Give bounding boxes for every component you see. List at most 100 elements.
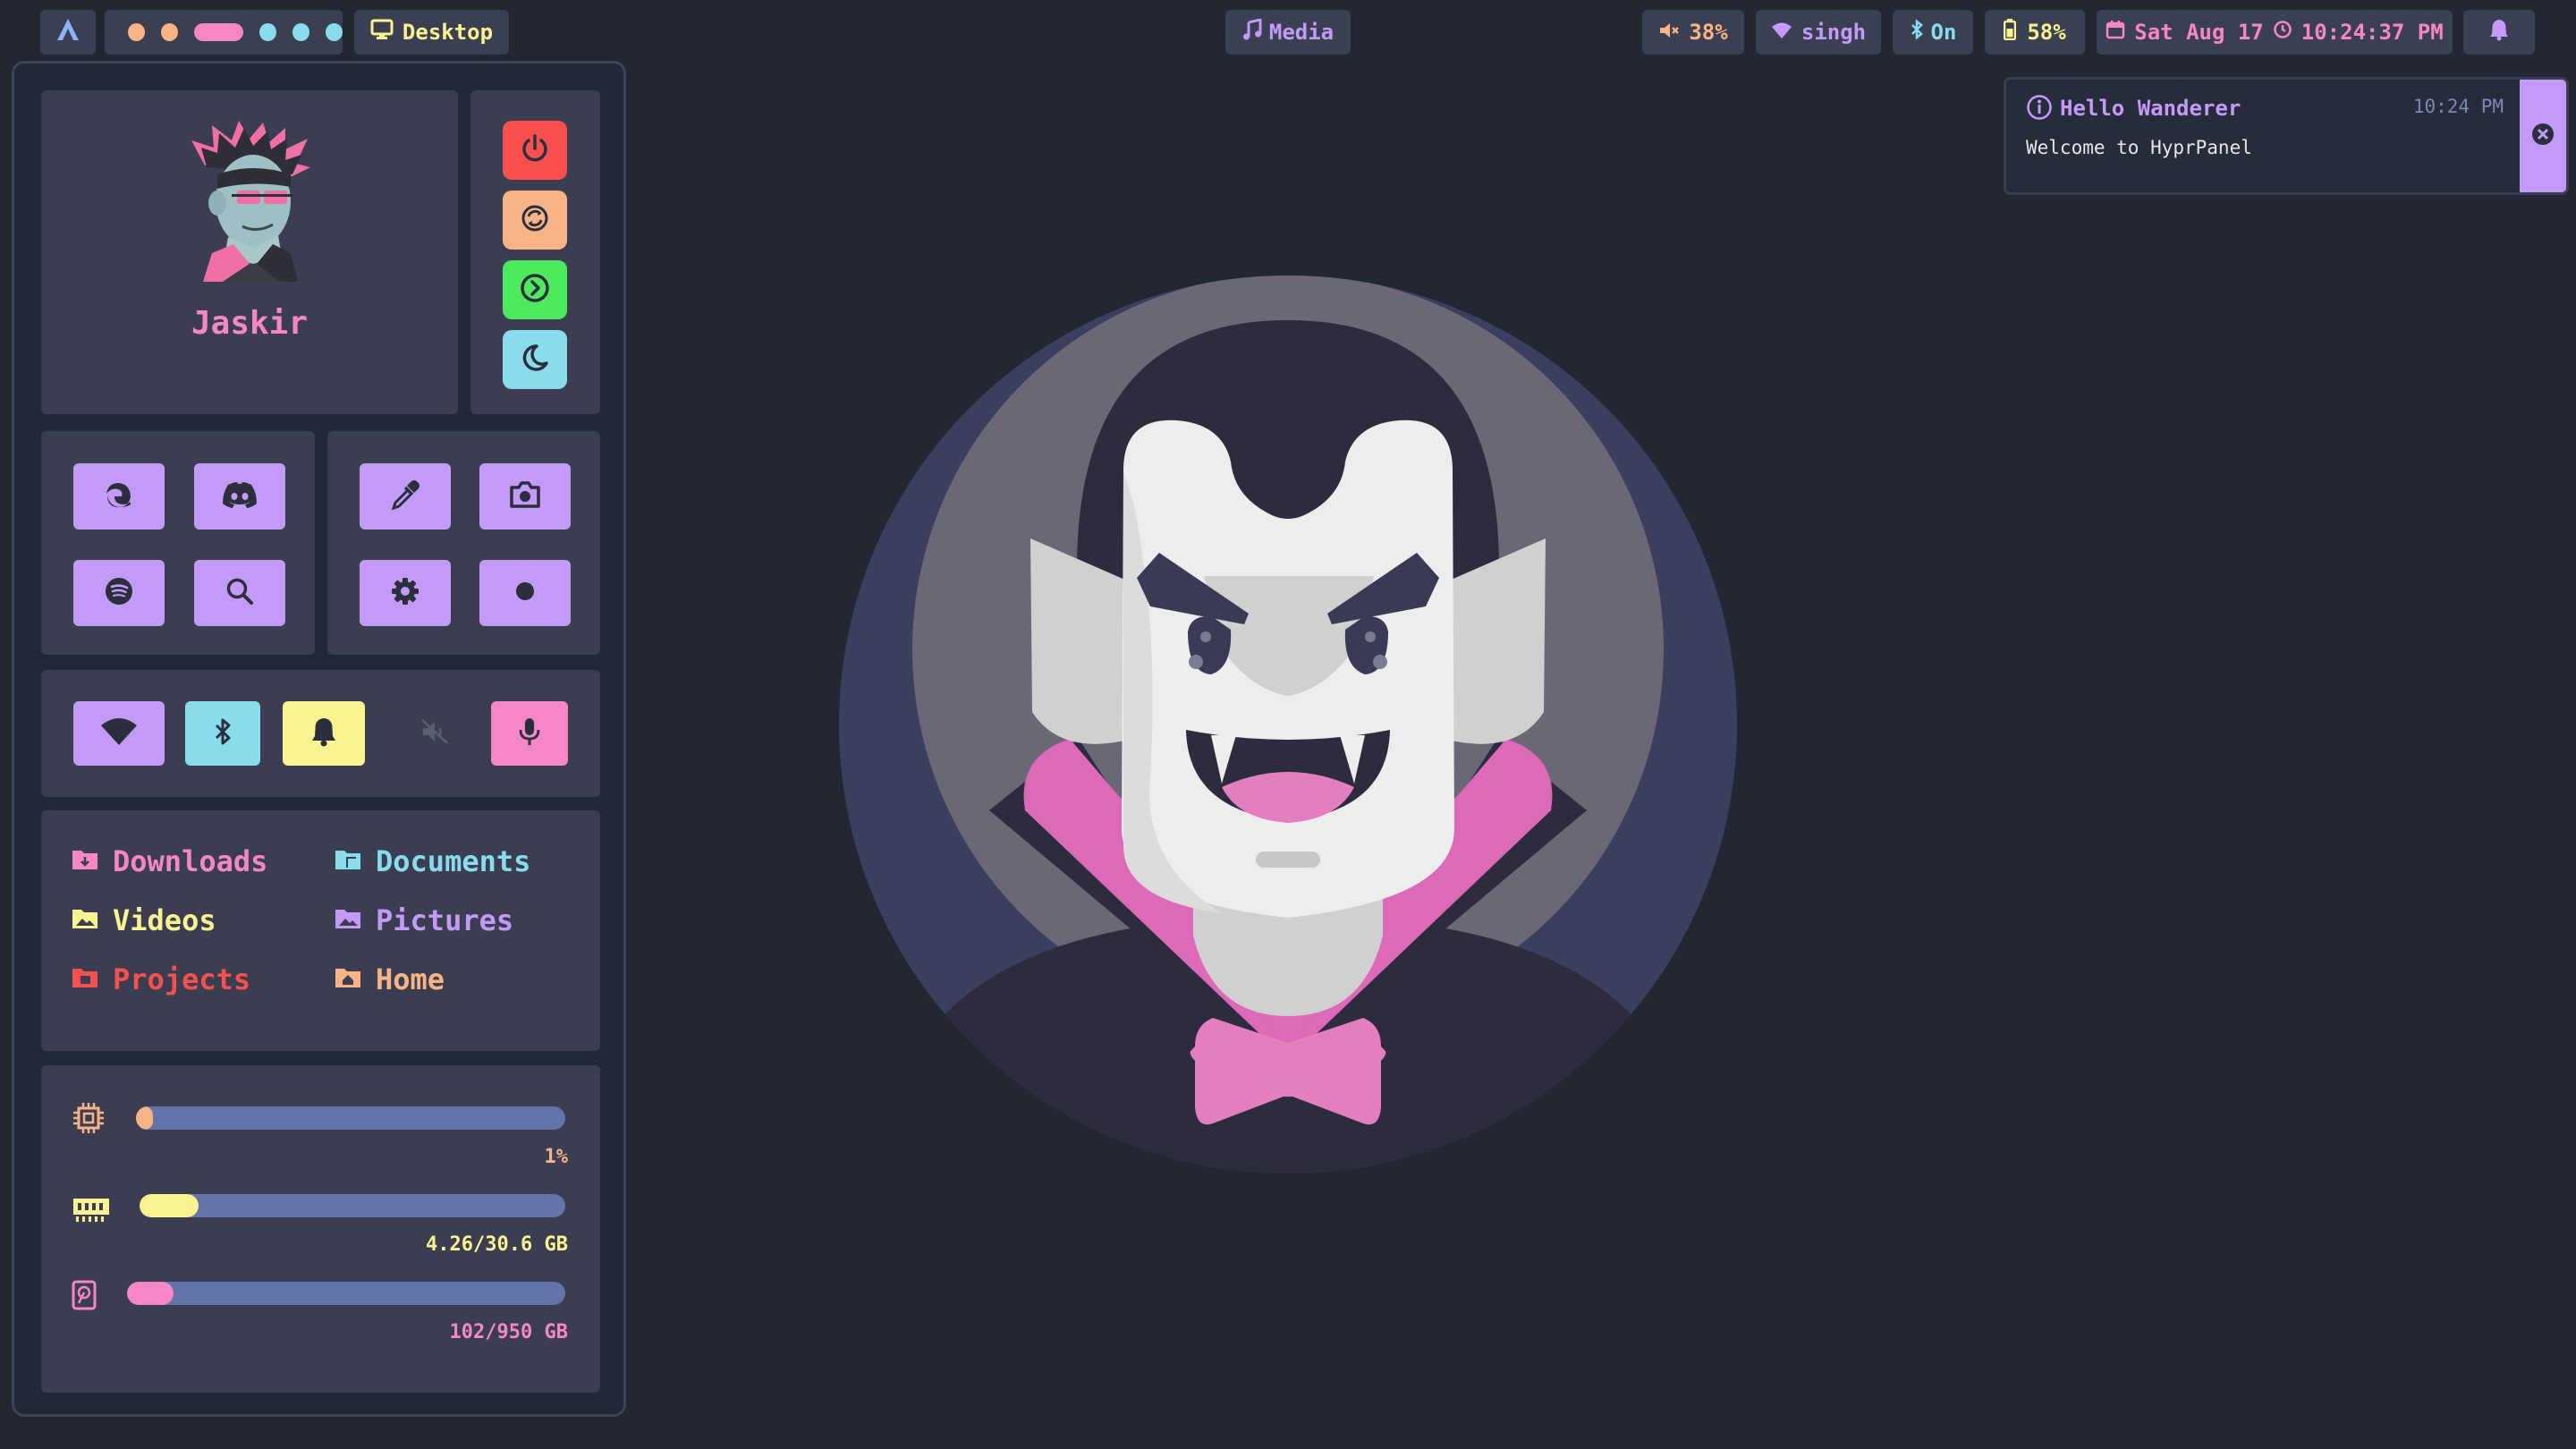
directory-projects[interactable]: Projects bbox=[72, 962, 250, 996]
workspace-dot[interactable] bbox=[128, 23, 145, 41]
workspace-active[interactable] bbox=[193, 23, 244, 41]
logout-icon bbox=[519, 272, 551, 308]
notification-card[interactable]: Hello Wanderer 10:24 PM Welcome to HyprP… bbox=[2004, 77, 2569, 195]
arch-logo-icon bbox=[56, 18, 80, 47]
cpu-usage-label: 1% bbox=[544, 1146, 569, 1168]
shortcuts-left-card bbox=[41, 431, 315, 655]
disk-usage-fill bbox=[127, 1282, 174, 1305]
directory-videos[interactable]: Videos bbox=[72, 903, 216, 937]
workspace-dot[interactable] bbox=[326, 23, 343, 41]
profile-card: Jaskir bbox=[41, 90, 458, 414]
directory-label: Videos bbox=[113, 903, 216, 937]
moon-icon bbox=[519, 342, 551, 377]
spotify-icon bbox=[104, 576, 134, 610]
cpu-usage-bar bbox=[136, 1106, 565, 1130]
reboot-button[interactable] bbox=[503, 191, 567, 250]
music-note-icon bbox=[1242, 18, 1262, 46]
workspace-dot[interactable] bbox=[160, 23, 178, 41]
dashboard-panel: Jaskir Downloads Documents Videos Pictur… bbox=[12, 61, 626, 1417]
battery-button[interactable]: 58% bbox=[1985, 10, 2085, 55]
power-card bbox=[470, 90, 600, 414]
logout-button[interactable] bbox=[503, 260, 567, 319]
bluetooth-status: On bbox=[1930, 20, 1957, 45]
directory-downloads[interactable]: Downloads bbox=[72, 844, 267, 878]
close-icon bbox=[2530, 122, 2555, 150]
spotify-shortcut-button[interactable] bbox=[73, 560, 165, 626]
record-button[interactable] bbox=[479, 560, 571, 626]
memory-icon bbox=[72, 1193, 111, 1227]
workspace-dot[interactable] bbox=[292, 23, 309, 41]
directory-label: Pictures bbox=[376, 903, 514, 937]
monitor-icon bbox=[370, 19, 394, 46]
calendar-icon bbox=[2106, 20, 2125, 45]
shutdown-button[interactable] bbox=[503, 121, 567, 180]
notification-body: Welcome to HyprPanel bbox=[2026, 137, 2252, 158]
volume-button[interactable]: 38% bbox=[1642, 10, 1744, 55]
profile-username: Jaskir bbox=[191, 305, 309, 342]
notifications-button[interactable] bbox=[2463, 10, 2535, 55]
clock-icon bbox=[2273, 20, 2292, 45]
microphone-toggle[interactable] bbox=[491, 701, 568, 766]
system-stats-card: 1% 4.26/30.6 GB 102/950 GB bbox=[41, 1065, 600, 1393]
directory-documents[interactable]: Documents bbox=[335, 844, 530, 878]
folder-download-icon bbox=[72, 844, 98, 878]
bluetooth-icon bbox=[213, 717, 233, 750]
speaker-toggle[interactable] bbox=[394, 701, 476, 766]
cpu-usage-fill bbox=[136, 1106, 154, 1130]
workspace-dot[interactable] bbox=[259, 23, 277, 41]
settings-button[interactable] bbox=[360, 560, 451, 626]
folder-home-icon bbox=[335, 962, 361, 996]
date-label: Sat Aug 17 bbox=[2134, 20, 2264, 45]
clock-button[interactable]: Sat Aug 17 10:24:37 PM bbox=[2097, 10, 2453, 55]
notification-close-button[interactable] bbox=[2520, 80, 2566, 192]
network-button[interactable]: singh bbox=[1756, 10, 1881, 55]
search-shortcut-button[interactable] bbox=[194, 560, 285, 626]
folder-documents-icon bbox=[335, 844, 361, 878]
discord-icon bbox=[221, 480, 258, 513]
folder-projects-icon bbox=[72, 962, 98, 996]
directories-card: Downloads Documents Videos Pictures Proj… bbox=[41, 810, 600, 1051]
browser-shortcut-button[interactable] bbox=[73, 463, 165, 530]
battery-icon bbox=[2004, 19, 2017, 46]
discord-shortcut-button[interactable] bbox=[194, 463, 285, 530]
screenshot-button[interactable] bbox=[479, 463, 571, 530]
directory-label: Projects bbox=[113, 962, 251, 996]
memory-usage-bar bbox=[140, 1194, 565, 1217]
launcher-button[interactable] bbox=[40, 10, 96, 55]
volume-value: 38% bbox=[1689, 20, 1728, 45]
media-label: Media bbox=[1268, 20, 1335, 45]
disk-icon bbox=[72, 1280, 97, 1314]
bluetooth-toggle[interactable] bbox=[185, 701, 260, 766]
disk-usage-bar bbox=[127, 1282, 565, 1305]
power-icon bbox=[519, 132, 551, 168]
settings-icon bbox=[390, 576, 420, 610]
notification-time: 10:24 PM bbox=[2412, 96, 2504, 117]
bell-icon bbox=[2488, 18, 2510, 47]
bluetooth-icon bbox=[1910, 19, 1924, 46]
bluetooth-button[interactable]: On bbox=[1893, 10, 1973, 55]
notification-title: Hello Wanderer bbox=[2060, 96, 2241, 121]
refresh-icon bbox=[519, 202, 551, 238]
notifications-toggle[interactable] bbox=[283, 701, 365, 766]
color-picker-icon bbox=[389, 479, 421, 514]
bell-icon bbox=[309, 716, 338, 750]
search-icon bbox=[225, 576, 255, 610]
window-title[interactable]: Desktop bbox=[354, 10, 509, 55]
time-label: 10:24:37 PM bbox=[2301, 20, 2444, 45]
media-button[interactable]: Media bbox=[1225, 10, 1351, 55]
memory-usage-label: 4.26/30.6 GB bbox=[426, 1233, 568, 1256]
wifi-icon bbox=[1771, 20, 1792, 45]
directory-pictures[interactable]: Pictures bbox=[335, 903, 513, 937]
wifi-toggle[interactable] bbox=[73, 701, 165, 766]
window-title-label: Desktop bbox=[402, 20, 494, 45]
directory-home[interactable]: Home bbox=[335, 962, 445, 996]
camera-icon bbox=[509, 480, 541, 513]
color-picker-button[interactable] bbox=[360, 463, 451, 530]
workspace-indicator[interactable] bbox=[105, 10, 343, 55]
disk-usage-label: 102/950 GB bbox=[449, 1321, 568, 1343]
microphone-icon bbox=[518, 716, 541, 750]
avatar bbox=[187, 121, 314, 282]
sleep-button[interactable] bbox=[503, 330, 567, 389]
toggles-card bbox=[41, 670, 600, 797]
wifi-icon bbox=[99, 717, 139, 750]
